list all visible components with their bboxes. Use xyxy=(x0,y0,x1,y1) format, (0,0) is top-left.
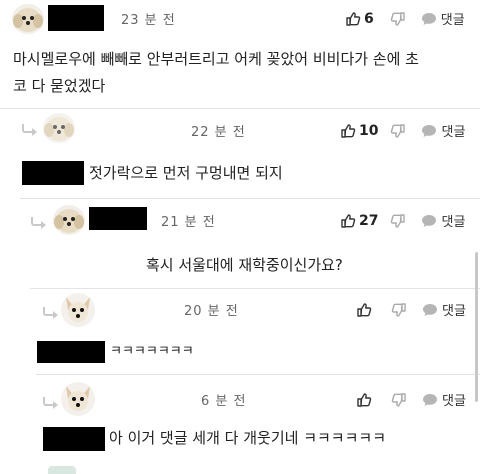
reply-arrow-icon xyxy=(41,306,61,320)
redacted-username xyxy=(37,341,105,363)
dislike-button[interactable] xyxy=(390,11,406,27)
thumbs-up-icon xyxy=(356,302,372,318)
comment-time: 6 분 전 xyxy=(201,394,247,409)
comment-text-line: 코 다 묻었겠다 xyxy=(13,77,106,95)
reply-arrow-icon xyxy=(29,216,49,230)
comment-actions: 6 댓글 xyxy=(345,9,465,28)
reply-label: 댓글 xyxy=(441,125,466,140)
comment-time: 20 분 전 xyxy=(184,304,239,319)
avatar[interactable] xyxy=(53,205,85,235)
like-count: 10 xyxy=(359,122,379,139)
comment-text: 젓가락으로 먼저 구멍내면 되지 xyxy=(89,164,283,182)
reply-arrow-icon xyxy=(41,396,61,410)
redacted-username xyxy=(89,207,147,230)
thumbs-up-icon xyxy=(340,123,356,139)
comment-text: 혹시 서울대에 재학중이신가요? xyxy=(146,256,343,274)
like-button[interactable]: 27 xyxy=(340,213,378,229)
like-button[interactable]: 6 xyxy=(345,11,374,27)
like-count: 6 xyxy=(364,10,374,27)
scrollbar[interactable] xyxy=(475,252,478,402)
like-count: 27 xyxy=(359,212,379,229)
thumbs-up-icon xyxy=(345,11,361,27)
comment-text: 아 이거 댓글 세개 다 개웃기네 ㅋㅋㅋㅋㅋㅋ xyxy=(109,429,387,447)
avatar[interactable] xyxy=(61,293,95,327)
thumbs-down-icon xyxy=(390,123,406,139)
dislike-button[interactable] xyxy=(391,302,407,318)
speech-bubble-icon xyxy=(422,392,438,408)
reply-label: 댓글 xyxy=(441,215,466,230)
divider xyxy=(30,288,480,289)
comment-actions: 10 댓글 xyxy=(340,121,465,140)
reply-label: 댓글 xyxy=(442,304,466,319)
comment-time: 21 분 전 xyxy=(161,215,216,230)
thumbs-up-icon xyxy=(356,392,372,408)
comment-time: 23 분 전 xyxy=(121,13,176,28)
like-button[interactable] xyxy=(356,302,375,318)
like-button[interactable] xyxy=(356,392,375,408)
reply-label: 댓글 xyxy=(442,394,466,409)
speech-bubble-icon xyxy=(421,11,437,27)
redacted-username xyxy=(22,161,84,185)
dislike-button[interactable] xyxy=(391,392,407,408)
avatar[interactable] xyxy=(61,382,95,416)
avatar[interactable] xyxy=(12,4,44,34)
thumbs-down-icon xyxy=(391,392,407,408)
comment-actions: 27 댓글 xyxy=(340,211,465,230)
reply-label: 댓글 xyxy=(440,13,465,28)
divider xyxy=(0,108,480,109)
comment-time: 22 분 전 xyxy=(191,125,246,140)
comment-actions: 댓글 xyxy=(356,300,466,319)
divider xyxy=(20,198,480,199)
speech-bubble-icon xyxy=(422,302,438,318)
reply-button[interactable]: 댓글 xyxy=(422,300,466,319)
thumbs-down-icon xyxy=(391,302,407,318)
dislike-button[interactable] xyxy=(390,123,406,139)
reply-button[interactable]: 댓글 xyxy=(421,211,465,230)
avatar[interactable] xyxy=(48,466,76,474)
reply-button[interactable]: 댓글 xyxy=(422,390,466,409)
like-button[interactable]: 10 xyxy=(340,123,378,139)
comment-actions: 댓글 xyxy=(356,390,466,409)
avatar[interactable] xyxy=(43,113,75,143)
speech-bubble-icon xyxy=(421,213,437,229)
speech-bubble-icon xyxy=(421,123,437,139)
redacted-username xyxy=(43,427,105,451)
reply-button[interactable]: 댓글 xyxy=(421,9,465,28)
thumbs-down-icon xyxy=(390,213,406,229)
redacted-username xyxy=(48,5,104,31)
thumbs-down-icon xyxy=(390,11,406,27)
comment-text: ㅋㅋㅋㅋㅋㅋㅋ xyxy=(110,344,194,359)
reply-button[interactable]: 댓글 xyxy=(421,121,465,140)
comment-text-line: 마시멜로우에 빼빼로 안부러트리고 어케 꽂았어 비비다가 손에 초 xyxy=(13,50,419,68)
comment-text: 마시멜로우에 빼빼로 안부러트리고 어케 꽂았어 비비다가 손에 초 코 다 묻… xyxy=(13,46,473,100)
reply-arrow-icon xyxy=(20,123,40,137)
divider xyxy=(36,374,480,375)
dislike-button[interactable] xyxy=(390,213,406,229)
thumbs-up-icon xyxy=(340,213,356,229)
